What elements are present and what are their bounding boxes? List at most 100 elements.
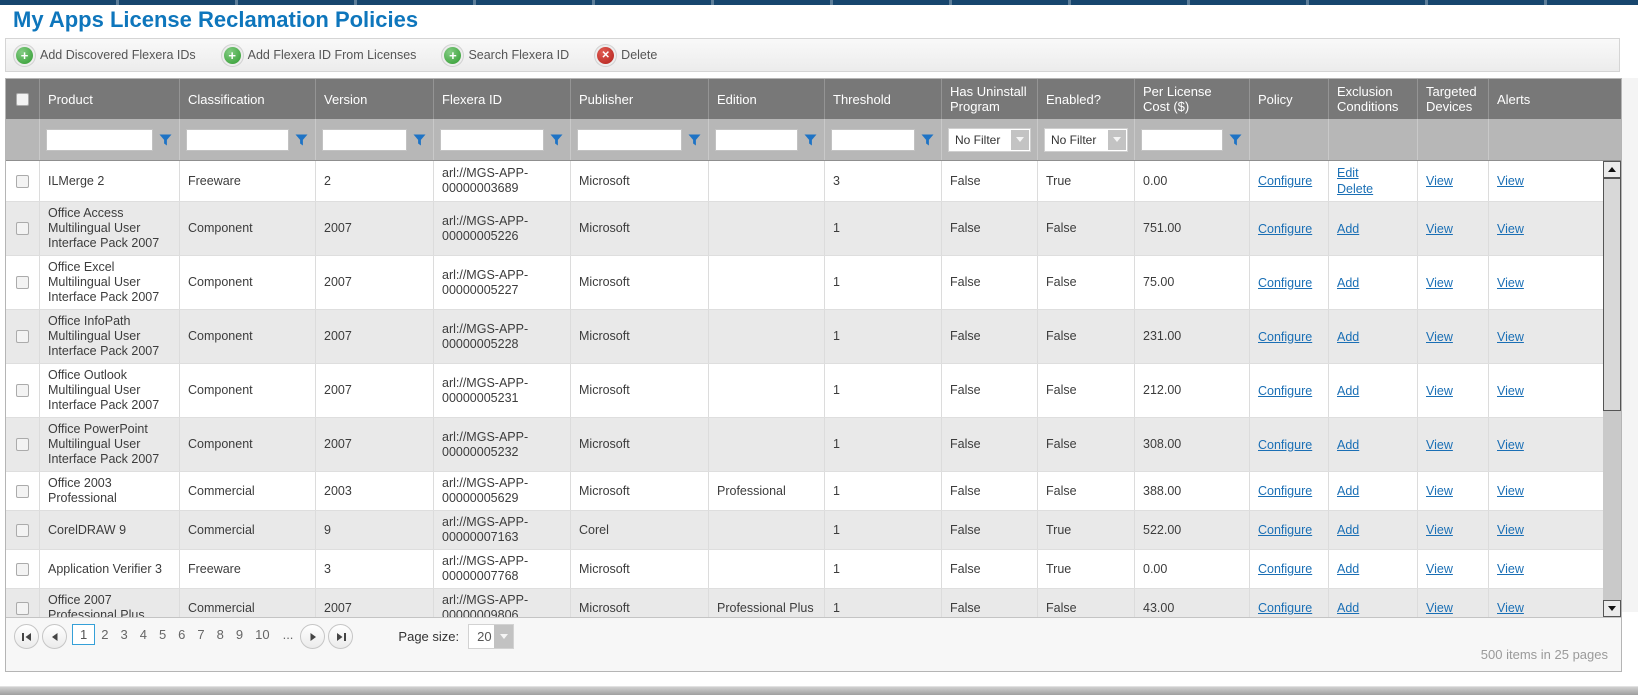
targeted-devices-view-link[interactable]: View <box>1426 329 1453 345</box>
add-link[interactable]: Add <box>1337 383 1359 399</box>
search-flexera-id-button[interactable]: + Search Flexera ID <box>444 47 569 64</box>
filter-input-version[interactable] <box>322 129 407 151</box>
alerts-view-link[interactable]: View <box>1497 173 1524 189</box>
targeted-devices-view-link[interactable]: View <box>1426 383 1453 399</box>
targeted-devices-view-link[interactable]: View <box>1426 561 1453 577</box>
filter-input-per-license-cost[interactable] <box>1141 129 1223 151</box>
targeted-devices-view-link[interactable]: View <box>1426 483 1453 499</box>
next-page-button[interactable] <box>300 624 325 649</box>
edit-link[interactable]: Edit <box>1337 165 1359 181</box>
filter-input-publisher[interactable] <box>577 129 682 151</box>
column-header-has-uninstall-program[interactable]: Has Uninstall Program <box>942 79 1038 119</box>
configure-link[interactable]: Configure <box>1258 221 1312 237</box>
scroll-up-button[interactable] <box>1603 161 1621 178</box>
alerts-view-link[interactable]: View <box>1497 483 1524 499</box>
alerts-view-link[interactable]: View <box>1497 522 1524 538</box>
configure-link[interactable]: Configure <box>1258 483 1312 499</box>
column-header-flexera-id[interactable]: Flexera ID <box>434 79 571 119</box>
configure-link[interactable]: Configure <box>1258 437 1312 453</box>
column-header-threshold[interactable]: Threshold <box>825 79 942 119</box>
page-1-button[interactable]: 1 <box>72 624 95 645</box>
configure-link[interactable]: Configure <box>1258 383 1312 399</box>
column-header-alerts[interactable]: Alerts <box>1489 79 1621 119</box>
page-10-button[interactable]: 10 <box>249 624 275 645</box>
configure-link[interactable]: Configure <box>1258 173 1312 189</box>
configure-link[interactable]: Configure <box>1258 522 1312 538</box>
configure-link[interactable]: Configure <box>1258 600 1312 616</box>
row-checkbox[interactable] <box>16 175 29 188</box>
scrollbar-thumb[interactable] <box>1603 178 1621 411</box>
delete-link[interactable]: Delete <box>1337 181 1373 197</box>
targeted-devices-view-link[interactable]: View <box>1426 221 1453 237</box>
column-header-version[interactable]: Version <box>316 79 434 119</box>
add-link[interactable]: Add <box>1337 600 1359 616</box>
first-page-button[interactable] <box>14 624 39 649</box>
add-link[interactable]: Add <box>1337 483 1359 499</box>
filter-input-classification[interactable] <box>186 129 289 151</box>
row-checkbox[interactable] <box>16 222 29 235</box>
filter-dropdown-enabled[interactable]: No Filter <box>1044 128 1128 152</box>
row-checkbox[interactable] <box>16 330 29 343</box>
add-link[interactable]: Add <box>1337 275 1359 291</box>
targeted-devices-view-link[interactable]: View <box>1426 522 1453 538</box>
page-5-button[interactable]: 5 <box>153 624 172 645</box>
delete-button[interactable]: ✕ Delete <box>597 47 657 64</box>
filter-input-threshold[interactable] <box>831 129 915 151</box>
filter-input-product[interactable] <box>46 129 153 151</box>
alerts-view-link[interactable]: View <box>1497 437 1524 453</box>
add-link[interactable]: Add <box>1337 329 1359 345</box>
vertical-scrollbar[interactable] <box>1603 161 1621 617</box>
column-header-exclusion-conditions[interactable]: Exclusion Conditions <box>1329 79 1418 119</box>
column-header-classification[interactable]: Classification <box>180 79 316 119</box>
page-6-button[interactable]: 6 <box>172 624 191 645</box>
filter-input-edition[interactable] <box>715 129 798 151</box>
page-4-button[interactable]: 4 <box>134 624 153 645</box>
filter-icon[interactable] <box>412 132 427 148</box>
alerts-view-link[interactable]: View <box>1497 561 1524 577</box>
select-all-checkbox[interactable] <box>16 93 29 106</box>
page-2-button[interactable]: 2 <box>95 624 114 645</box>
configure-link[interactable]: Configure <box>1258 561 1312 577</box>
configure-link[interactable]: Configure <box>1258 275 1312 291</box>
scroll-down-button[interactable] <box>1603 600 1621 617</box>
column-header-policy[interactable]: Policy <box>1250 79 1329 119</box>
row-checkbox[interactable] <box>16 276 29 289</box>
add-link[interactable]: Add <box>1337 437 1359 453</box>
filter-input-flexera-id[interactable] <box>440 129 544 151</box>
column-header-edition[interactable]: Edition <box>709 79 825 119</box>
page-7-button[interactable]: 7 <box>191 624 210 645</box>
column-header-targeted-devices[interactable]: Targeted Devices <box>1418 79 1489 119</box>
row-checkbox[interactable] <box>16 602 29 615</box>
filter-dropdown-has-uninstall-program[interactable]: No Filter <box>948 128 1031 152</box>
column-header-publisher[interactable]: Publisher <box>571 79 709 119</box>
filter-icon[interactable] <box>920 132 935 148</box>
configure-link[interactable]: Configure <box>1258 329 1312 345</box>
filter-icon[interactable] <box>803 132 818 148</box>
targeted-devices-view-link[interactable]: View <box>1426 437 1453 453</box>
filter-icon[interactable] <box>687 132 702 148</box>
filter-icon[interactable] <box>1228 132 1243 148</box>
row-checkbox[interactable] <box>16 485 29 498</box>
row-checkbox[interactable] <box>16 563 29 576</box>
alerts-view-link[interactable]: View <box>1497 383 1524 399</box>
page-3-button[interactable]: 3 <box>114 624 133 645</box>
row-checkbox[interactable] <box>16 384 29 397</box>
page-8-button[interactable]: 8 <box>211 624 230 645</box>
add-discovered-flexera-ids-button[interactable]: + Add Discovered Flexera IDs <box>16 47 196 64</box>
column-header-product[interactable]: Product <box>40 79 180 119</box>
filter-icon[interactable] <box>549 132 564 148</box>
row-checkbox[interactable] <box>16 438 29 451</box>
alerts-view-link[interactable]: View <box>1497 329 1524 345</box>
add-link[interactable]: Add <box>1337 561 1359 577</box>
add-link[interactable]: Add <box>1337 221 1359 237</box>
filter-icon[interactable] <box>158 132 173 148</box>
filter-icon[interactable] <box>294 132 309 148</box>
row-checkbox[interactable] <box>16 524 29 537</box>
alerts-view-link[interactable]: View <box>1497 221 1524 237</box>
targeted-devices-view-link[interactable]: View <box>1426 173 1453 189</box>
add-flexera-id-from-licenses-button[interactable]: + Add Flexera ID From Licenses <box>224 47 417 64</box>
column-header-per-license-cost[interactable]: Per License Cost ($) <box>1135 79 1250 119</box>
alerts-view-link[interactable]: View <box>1497 600 1524 616</box>
alerts-view-link[interactable]: View <box>1497 275 1524 291</box>
add-link[interactable]: Add <box>1337 522 1359 538</box>
